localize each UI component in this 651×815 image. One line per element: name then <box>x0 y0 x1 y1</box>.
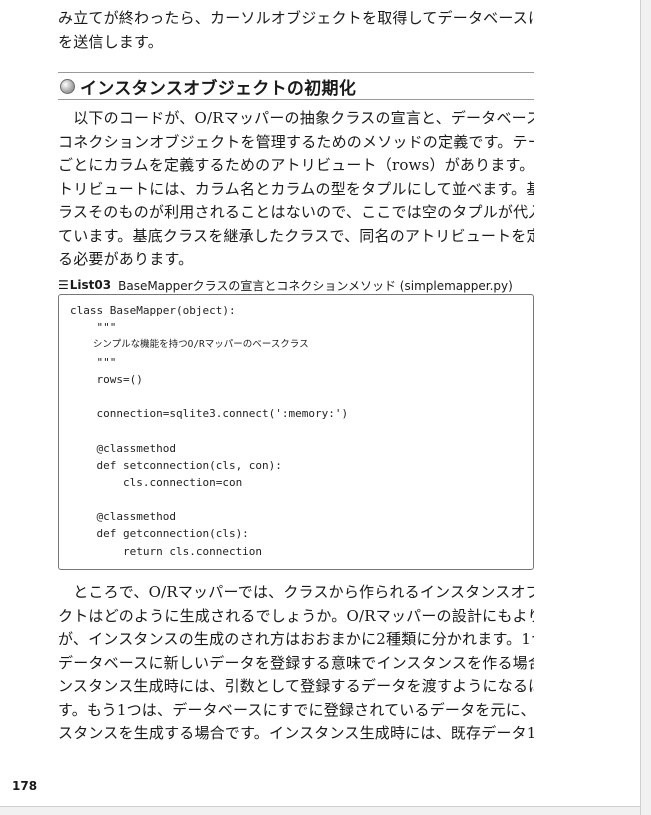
text-line: トリビュートには、カラム名とカラムの型をタプルにして並べます。基底ク <box>58 179 534 198</box>
text-line: ンスタンス生成時には、引数として登録するデータを渡すようになるはずで <box>58 677 534 695</box>
code-listing-box: class BaseMapper(object): """ シンプルな機能を持つ… <box>58 294 534 570</box>
listing-caption-text: BaseMapperクラスの宣言とコネクションメソッド (simplemappe… <box>118 278 513 293</box>
code-line: class BaseMapper(object): <box>70 304 236 317</box>
section-heading: インスタンスオブジェクトの初期化 <box>58 72 534 100</box>
code-line: connection=sqlite3.connect(':memory:') <box>70 407 349 421</box>
body-paragraph-1: 以下のコードが、O/Rマッパーの抽象クラスの宣言と、データベースへの コネクショ… <box>58 107 534 272</box>
text-line: ごとにカラムを定義するためのアトリビュート（rows）があります。このア <box>58 156 534 174</box>
list-lines-icon: ☰ <box>58 278 69 292</box>
listing-id: List03 <box>69 278 112 292</box>
intro-paragraph: み立てが終わったら、カーソルオブジェクトを取得してデータベースにSQL を送信し… <box>58 7 534 54</box>
text-line: スタンスを生成する場合です。インスタンス生成時には、既存データ1つを <box>58 724 534 742</box>
text-line: 以下のコードが、O/Rマッパーの抽象クラスの宣言と、データベースへの <box>58 109 534 127</box>
viewer-right-border <box>640 0 651 815</box>
code-block: class BaseMapper(object): """ シンプルな機能を持つ… <box>70 302 348 560</box>
viewer-bottom-border <box>0 806 640 815</box>
text-line: る必要があります。 <box>58 250 194 268</box>
section-heading-text: インスタンスオブジェクトの初期化 <box>80 78 357 99</box>
code-line: cls.connection=con <box>70 475 243 489</box>
code-line: return cls.connection <box>70 544 263 558</box>
text-line: クトはどのように生成されるでしょうか。O/Rマッパーの設計にもよります <box>58 606 534 625</box>
text-line: を送信します。 <box>58 32 163 51</box>
text-line: す。もう1つは、データベースにすでに登録されているデータを元に、イン <box>58 700 534 719</box>
code-line: シンプルな機能を持つO/Rマッパーのベースクラス <box>70 339 309 351</box>
text-line: が、インスタンスの生成のされ方はおおまかに2種類に分かれます。1つは、 <box>58 630 534 648</box>
text-line: データベースに新しいデータを登録する意味でインスタンスを作る場合。イ <box>58 653 534 672</box>
code-line: @classmethod <box>70 441 176 455</box>
code-line: def getconnection(cls): <box>70 527 249 541</box>
code-line: """ <box>70 321 117 335</box>
text-line: コネクションオブジェクトを管理するためのメソッドの定義です。テーブル <box>58 132 534 151</box>
text-line: ラスそのものが利用されることはないので、ここでは空のタプルが代入され <box>58 203 534 221</box>
page-number: 178 <box>12 779 38 793</box>
body-paragraph-2: ところで、O/Rマッパーでは、クラスから作られるインスタンスオブジェ クトはどの… <box>58 581 534 746</box>
code-line: rows=() <box>70 372 143 386</box>
circle-bullet-icon <box>60 78 75 94</box>
text-line: ところで、O/Rマッパーでは、クラスから作られるインスタンスオブジェ <box>58 583 534 601</box>
code-line: @classmethod <box>70 510 176 524</box>
code-line: def setconnection(cls, con): <box>70 458 282 472</box>
text-line: み立てが終わったら、カーソルオブジェクトを取得してデータベースにSQL <box>58 9 534 27</box>
text-line: ています。基底クラスを継承したクラスで、同名のアトリビュートを定義す <box>58 226 534 245</box>
listing-caption: ☰ List03 BaseMapperクラスの宣言とコネクションメソッド (si… <box>58 276 534 294</box>
code-line: """ <box>70 355 117 369</box>
